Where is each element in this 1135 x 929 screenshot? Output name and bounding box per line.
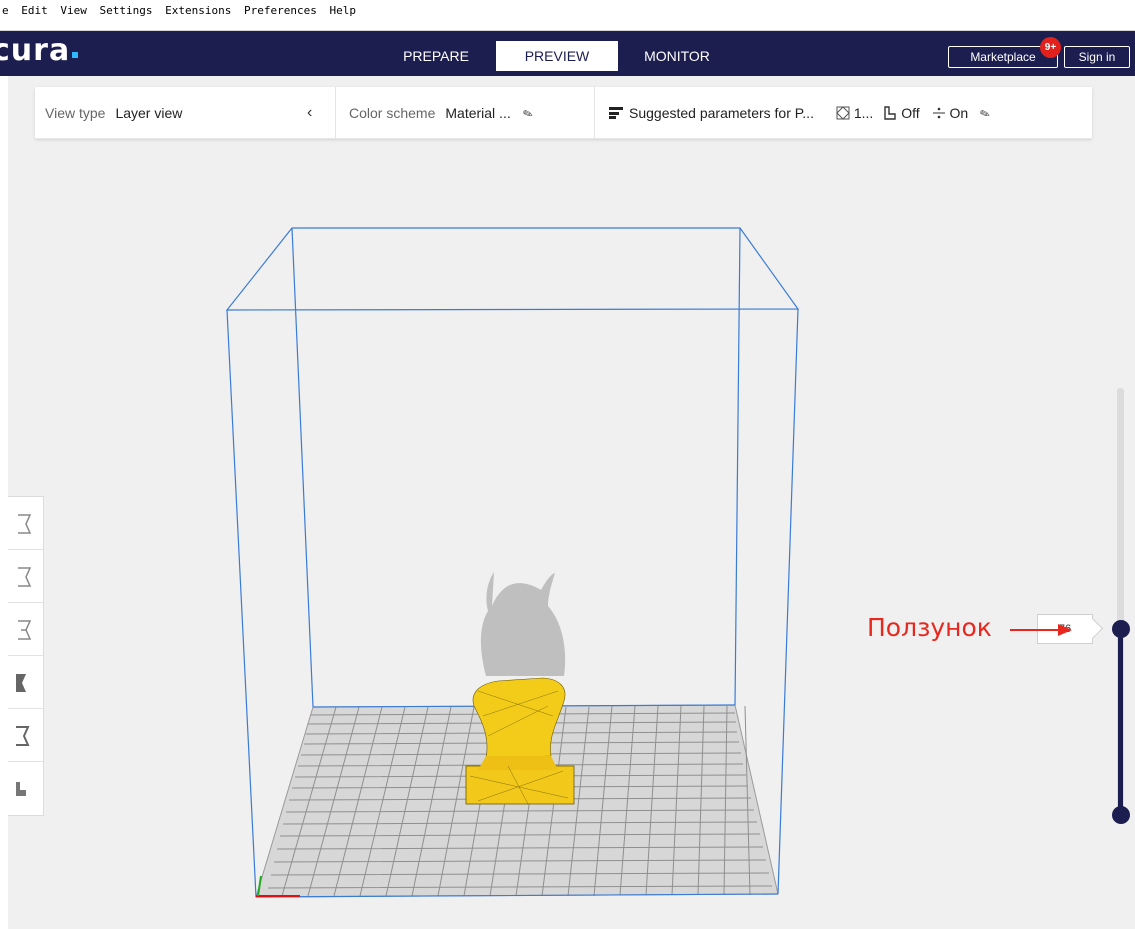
pencil-icon[interactable]: ✎ (972, 88, 999, 140)
menu-view[interactable]: View (60, 0, 87, 22)
infill-value: 1... (853, 105, 874, 121)
menu-bar: e Edit View Settings Extensions Preferen… (0, 0, 1135, 31)
layer-slider-upper-handle[interactable] (1112, 620, 1130, 638)
app-logo: cura (0, 35, 79, 67)
menu-help[interactable]: Help (329, 0, 356, 22)
view-toolbar: View type Layer view ‹ Color scheme Materi… (35, 87, 1092, 139)
menu-settings[interactable]: Settings (100, 0, 153, 22)
per-model-settings-button[interactable] (8, 709, 43, 762)
layer-slider-range (1118, 628, 1123, 816)
support-blocker-button[interactable] (8, 762, 43, 815)
scale-tool-button[interactable] (8, 550, 43, 603)
sign-in-button[interactable]: Sign in (1064, 46, 1130, 68)
support-value: Off (901, 105, 920, 121)
app-header: cura PREPARE PREVIEW MONITOR Marketplace… (0, 31, 1135, 76)
per-model-settings-icon (16, 726, 30, 746)
profile-value: Suggested parameters for P... (629, 105, 814, 121)
menu-file[interactable]: e (2, 0, 9, 22)
model-ghost (480, 572, 566, 676)
color-scheme-value: Material ... (445, 105, 511, 121)
stage-tabs: PREPARE PREVIEW MONITOR (380, 41, 736, 71)
layer-slider-lower-handle[interactable] (1112, 806, 1130, 824)
menu-edit[interactable]: Edit (21, 0, 48, 22)
build-volume-scene (225, 227, 800, 898)
view-type-selector[interactable]: View type Layer view (45, 87, 182, 139)
tab-prepare[interactable]: PREPARE (380, 41, 492, 71)
mirror-tool-button[interactable] (8, 656, 43, 709)
color-scheme-label: Color scheme (349, 105, 436, 121)
rotate-tool-button[interactable] (8, 603, 43, 656)
view-type-value: Layer view (115, 105, 183, 121)
tab-monitor[interactable]: MONITOR (622, 41, 732, 71)
divider (594, 87, 595, 139)
divider (335, 87, 336, 139)
annotation-arrow-icon (1010, 624, 1072, 636)
tab-preview[interactable]: PREVIEW (496, 41, 618, 71)
move-tool-button[interactable] (8, 497, 43, 550)
chevron-left-icon[interactable]: ‹ (307, 87, 312, 139)
color-scheme-selector[interactable]: Color scheme Material ... ✎ (349, 87, 535, 139)
annotation-label: Ползунок (867, 613, 992, 642)
pencil-icon: ✎ (520, 105, 535, 123)
rotate-tool-icon (18, 620, 32, 640)
infill-icon (836, 106, 850, 120)
3d-viewport[interactable] (8, 76, 1135, 929)
adhesion-value: On (949, 105, 969, 121)
marketplace-badge: 9+ (1040, 37, 1061, 58)
support-icon (884, 106, 896, 120)
print-settings-selector[interactable]: Suggested parameters for P... 1... Off O… (609, 87, 992, 139)
move-tool-icon (18, 514, 32, 534)
menu-preferences[interactable]: Preferences (244, 0, 317, 22)
tool-strip (8, 496, 44, 816)
mirror-tool-icon (16, 674, 26, 692)
support-blocker-icon (16, 782, 26, 796)
scale-tool-icon (18, 567, 32, 587)
view-type-label: View type (45, 105, 106, 121)
adhesion-icon (932, 107, 945, 119)
profile-lines-icon (609, 107, 623, 119)
menu-extensions[interactable]: Extensions (165, 0, 231, 22)
